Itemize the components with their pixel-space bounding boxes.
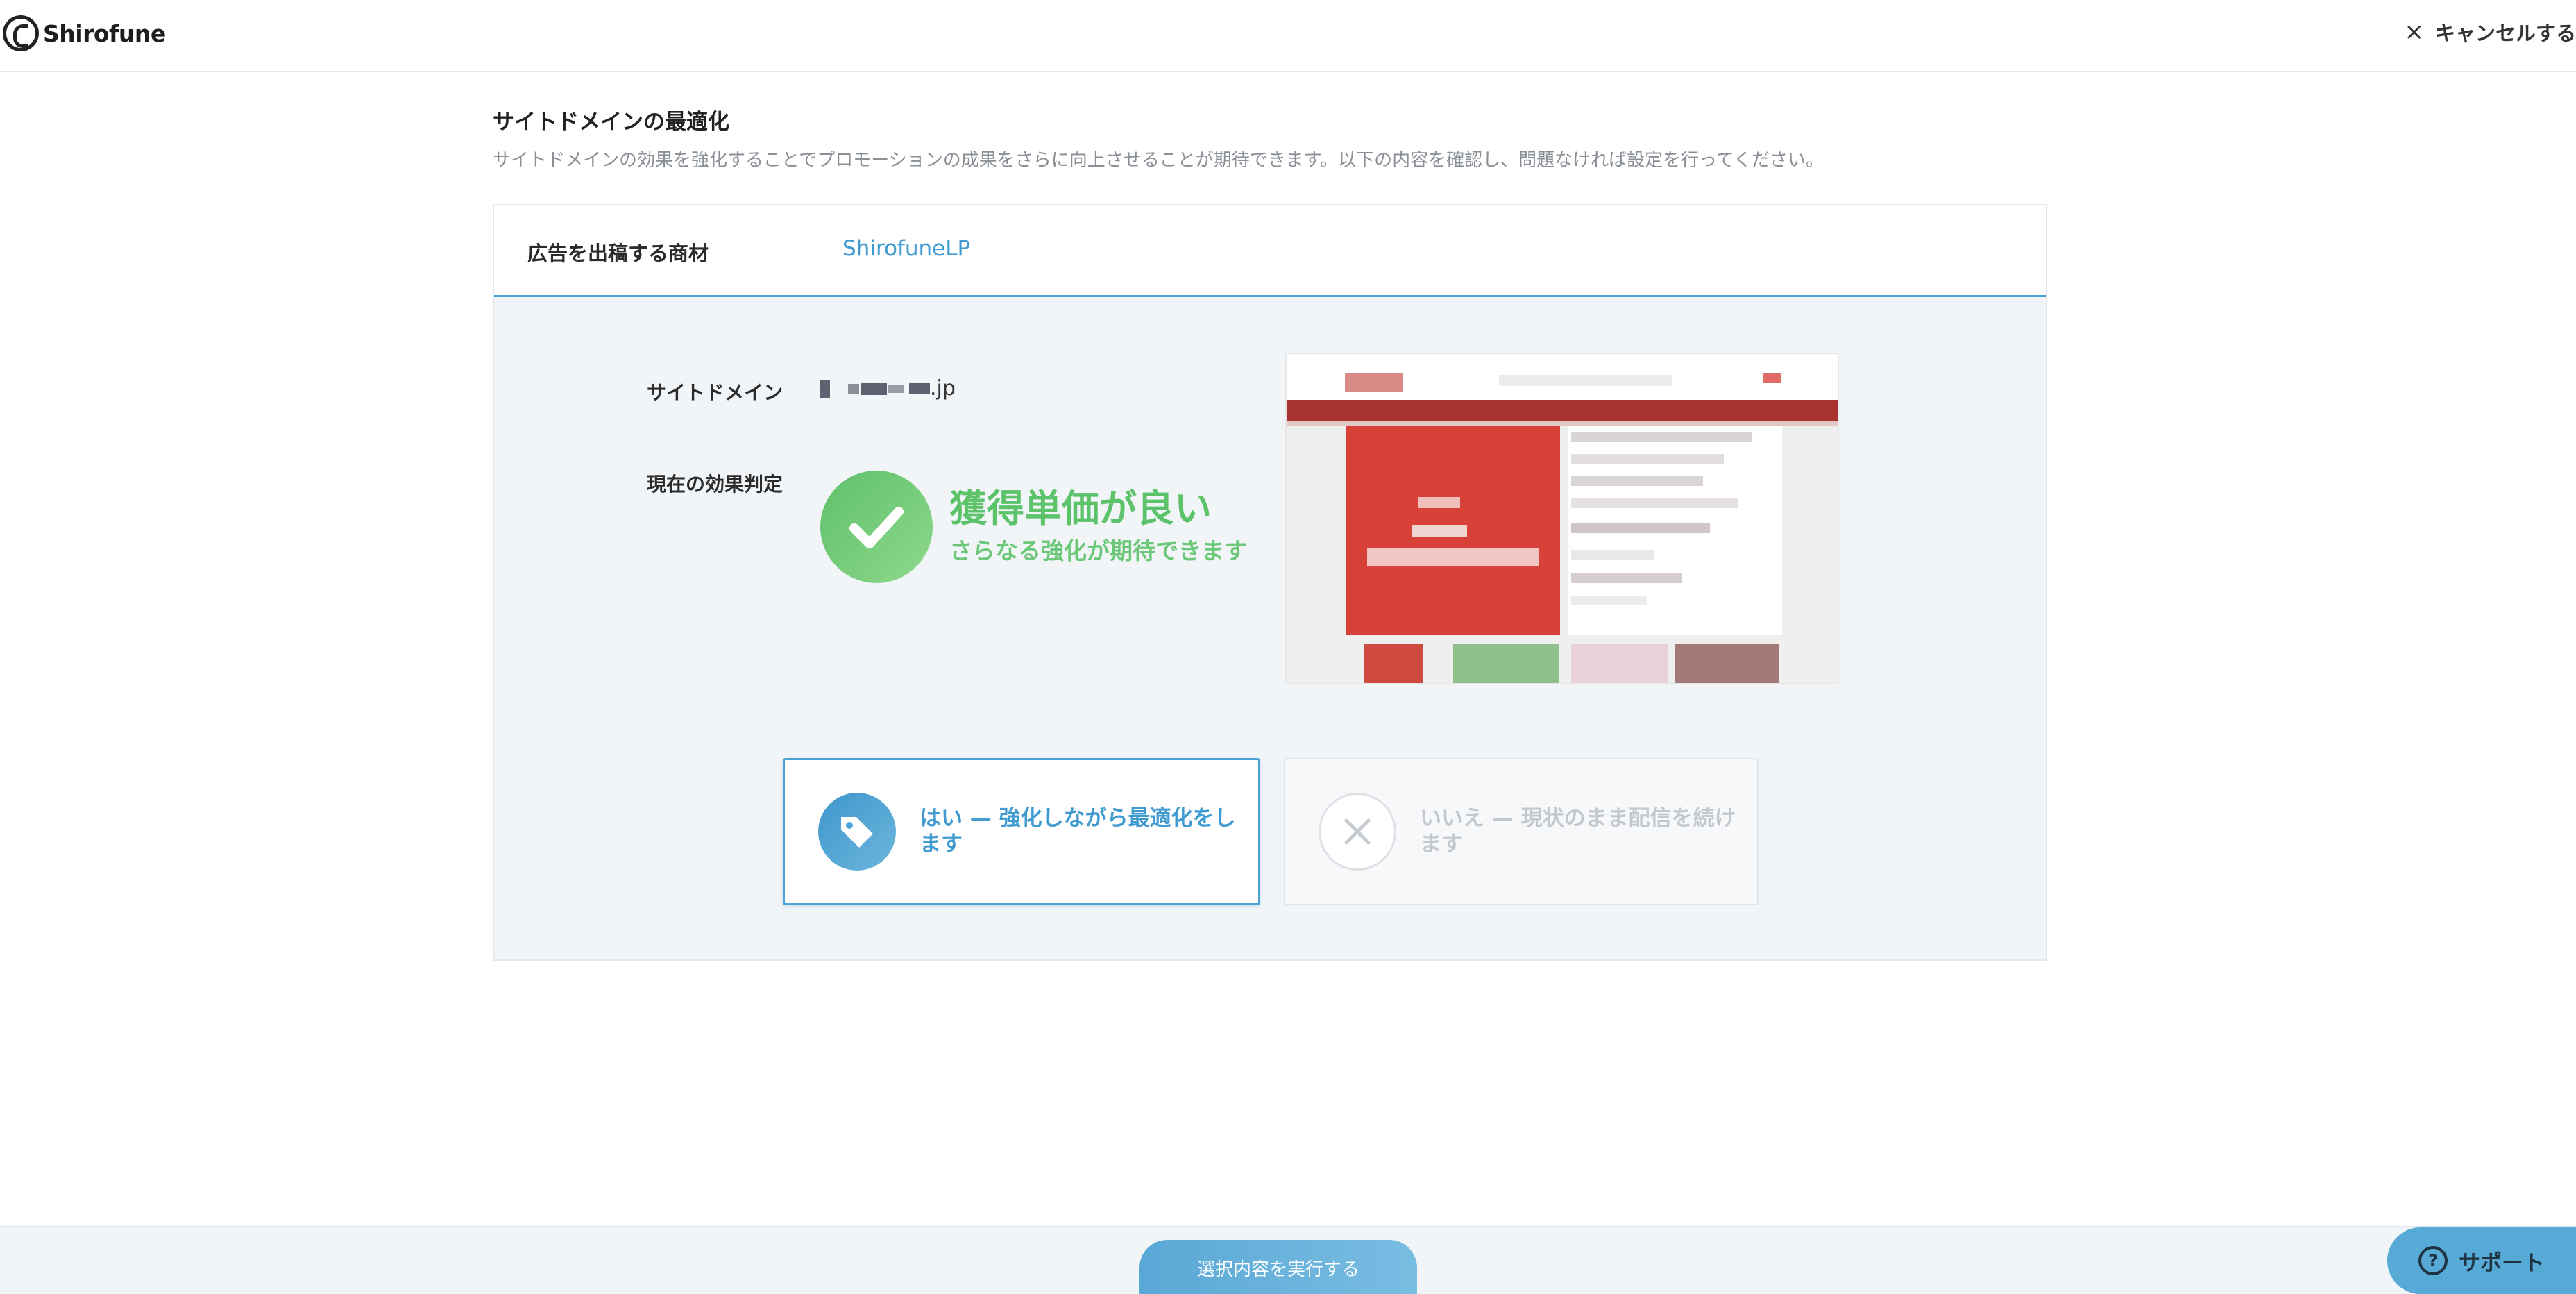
- evaluation-sub: さらなる強化が期待できます: [949, 537, 1247, 564]
- evaluation-main: 獲得単価が良い: [949, 487, 1212, 531]
- masked-text: [909, 383, 930, 394]
- no-continue-option[interactable]: いいえ — 現状のまま配信を続けます: [1284, 758, 1759, 905]
- domain-label: サイトドメイン: [647, 381, 783, 404]
- logo-text: Shirofune: [43, 19, 166, 47]
- masked-text: [848, 383, 859, 394]
- top-bar: Shirofune × キャンセルする: [0, 0, 2576, 72]
- execute-button[interactable]: 選択内容を実行する: [1139, 1240, 1417, 1294]
- question-icon: ?: [2418, 1246, 2448, 1275]
- yes-option-label: はい — 強化しながら最適化をします: [920, 805, 1236, 857]
- close-icon: [1319, 793, 1396, 871]
- product-value[interactable]: ShirofuneLP: [842, 236, 970, 261]
- masked-text: [820, 379, 830, 398]
- domain-suffix: .jp: [930, 376, 956, 401]
- site-preview-image: [1285, 353, 1839, 684]
- shirofune-logo-icon: [3, 15, 39, 51]
- check-icon: [820, 471, 933, 583]
- cancel-button[interactable]: × キャンセルする: [2404, 17, 2576, 47]
- domain-value: .jp: [820, 376, 956, 401]
- evaluation-label: 現在の効果判定: [647, 473, 783, 496]
- logo[interactable]: Shirofune: [3, 15, 166, 51]
- card-header: 広告を出稿する商材 ShirofuneLP: [494, 205, 2046, 297]
- evaluation-result: 獲得単価が良い さらなる強化が期待できます: [820, 471, 1247, 583]
- tag-icon: [818, 793, 896, 871]
- support-label: サポート: [2459, 1250, 2545, 1276]
- page-description: サイトドメインの効果を強化することでプロモーションの成果をさらに向上させることが…: [493, 150, 1824, 171]
- masked-text: [888, 384, 904, 393]
- optimization-card: 広告を出稿する商材 ShirofuneLP サイトドメイン .jp 現在の効果判…: [493, 204, 2047, 961]
- close-icon: ×: [2404, 18, 2424, 46]
- no-option-label: いいえ — 現状のまま配信を続けます: [1420, 805, 1736, 857]
- page-title: サイトドメインの最適化: [493, 110, 729, 135]
- product-label: 広告を出稿する商材: [527, 242, 709, 265]
- support-button[interactable]: ? サポート: [2387, 1227, 2576, 1294]
- yes-optimize-option[interactable]: はい — 強化しながら最適化をします: [783, 758, 1260, 905]
- cancel-label: キャンセルする: [2434, 22, 2576, 45]
- masked-text: [861, 382, 887, 395]
